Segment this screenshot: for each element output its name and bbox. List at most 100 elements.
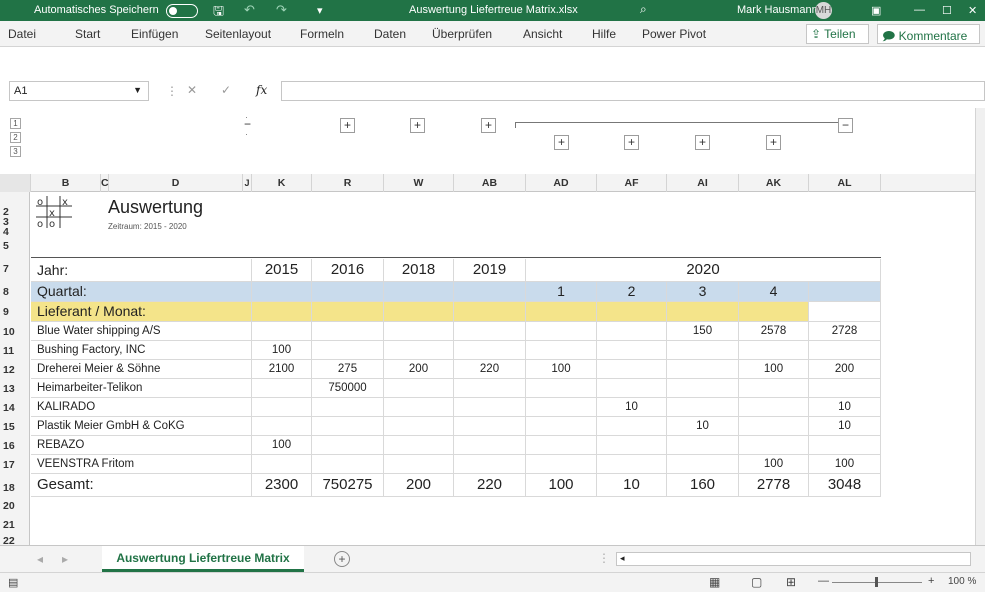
tab-hilfe[interactable]: Hilfe <box>592 27 616 41</box>
expand-group-button-ak[interactable]: + <box>766 135 781 150</box>
expand-group-button-ai[interactable]: + <box>695 135 710 150</box>
value-cell[interactable] <box>739 436 809 455</box>
value-cell[interactable] <box>312 455 384 474</box>
month-cell[interactable] <box>667 302 739 322</box>
value-cell[interactable] <box>667 398 739 417</box>
column-header-ak[interactable]: AK <box>739 174 809 192</box>
supplier-name[interactable]: Heimarbeiter-Telikon <box>31 379 252 398</box>
value-cell[interactable] <box>454 417 526 436</box>
value-cell[interactable] <box>667 360 739 379</box>
supplier-name[interactable]: Bushing Factory, INC <box>31 341 252 360</box>
quarter-header[interactable]: 4 <box>739 282 809 302</box>
value-cell[interactable] <box>454 455 526 474</box>
row-header[interactable]: 14 <box>0 402 30 414</box>
column-header-k[interactable]: K <box>252 174 312 192</box>
value-cell[interactable] <box>667 436 739 455</box>
expand-group-button-ab[interactable]: + <box>481 118 496 133</box>
value-cell[interactable]: 220 <box>454 360 526 379</box>
ribbon-display-icon[interactable]: ▣ <box>871 4 881 17</box>
value-cell[interactable] <box>526 341 597 360</box>
supplier-name[interactable]: VEENSTRA Fritom <box>31 455 252 474</box>
total-value[interactable]: 750275 <box>312 474 384 497</box>
expand-group-button-r[interactable]: + <box>340 118 355 133</box>
formula-input[interactable] <box>281 81 985 101</box>
tab-datei[interactable]: Datei <box>8 27 36 41</box>
column-header-c[interactable]: C <box>101 174 109 192</box>
value-cell[interactable] <box>454 322 526 341</box>
column-header-j[interactable]: J <box>243 174 252 192</box>
value-cell[interactable] <box>739 379 809 398</box>
supplier-name[interactable]: Blue Water shipping A/S <box>31 322 252 341</box>
outline-level-1-button[interactable]: 1 <box>10 118 21 129</box>
insert-function-icon[interactable]: fx <box>256 83 267 97</box>
value-cell[interactable]: 2100 <box>252 360 312 379</box>
supplier-name[interactable]: Dreherei Meier & Söhne <box>31 360 252 379</box>
value-cell[interactable] <box>739 398 809 417</box>
row-header[interactable]: 5 <box>0 240 30 252</box>
quarter-header[interactable]: 3 <box>667 282 739 302</box>
year-header[interactable]: 2019 <box>454 259 526 282</box>
close-icon[interactable]: ✕ <box>968 4 977 17</box>
value-cell[interactable] <box>252 379 312 398</box>
tab-power-pivot[interactable]: Power Pivot <box>642 27 706 41</box>
value-cell[interactable] <box>454 379 526 398</box>
normal-view-icon[interactable]: ▦ <box>709 575 720 589</box>
supplier-name[interactable]: KALIRADO <box>31 398 252 417</box>
column-header-b[interactable]: B <box>31 174 101 192</box>
horizontal-scrollbar[interactable]: ◂ <box>616 552 971 566</box>
sheet-tab-active[interactable]: Auswertung Liefertreue Matrix <box>102 546 304 572</box>
expand-group-button-af[interactable]: + <box>624 135 639 150</box>
maximize-icon[interactable]: ☐ <box>942 4 952 17</box>
name-box[interactable]: A1 ▼ <box>9 81 149 101</box>
value-cell[interactable] <box>312 322 384 341</box>
tab-daten[interactable]: Daten <box>374 27 406 41</box>
add-sheet-button[interactable]: + <box>334 551 350 567</box>
value-cell[interactable]: 2578 <box>739 322 809 341</box>
value-cell[interactable]: 100 <box>739 360 809 379</box>
year-header[interactable]: 2015 <box>252 259 312 282</box>
value-cell[interactable] <box>384 436 454 455</box>
worksheet-grid[interactable]: o x x o o Auswertung Zeitraum: 2015 - 20… <box>31 192 975 545</box>
value-cell[interactable]: 100 <box>526 360 597 379</box>
value-cell[interactable] <box>252 417 312 436</box>
value-cell[interactable] <box>809 436 881 455</box>
total-value[interactable]: 200 <box>384 474 454 497</box>
value-cell[interactable] <box>809 341 881 360</box>
value-cell[interactable] <box>526 455 597 474</box>
row-header[interactable]: 12 <box>0 364 30 376</box>
avatar[interactable]: MH <box>815 2 832 19</box>
value-cell[interactable]: 10 <box>597 398 667 417</box>
column-header-r[interactable]: R <box>312 174 384 192</box>
value-cell[interactable]: 100 <box>252 436 312 455</box>
value-cell[interactable] <box>667 341 739 360</box>
minimize-icon[interactable]: — <box>914 4 925 16</box>
row-header[interactable]: 8 <box>0 286 30 298</box>
column-header-al[interactable]: AL <box>809 174 881 192</box>
row-header[interactable]: 18 <box>0 482 30 494</box>
select-all-corner[interactable] <box>0 174 31 192</box>
month-cell[interactable] <box>312 302 384 322</box>
total-value[interactable]: 2300 <box>252 474 312 497</box>
value-cell[interactable] <box>384 455 454 474</box>
total-value[interactable]: 160 <box>667 474 739 497</box>
vertical-scrollbar[interactable] <box>975 108 985 545</box>
quarter-header[interactable]: 2 <box>597 282 667 302</box>
row-header[interactable]: 9 <box>0 306 30 318</box>
value-cell[interactable] <box>384 398 454 417</box>
quarter-cell[interactable] <box>809 282 881 302</box>
year-header[interactable]: 2018 <box>384 259 454 282</box>
scroll-tabs-right-icon[interactable]: ▸ <box>62 552 68 566</box>
value-cell[interactable] <box>597 417 667 436</box>
tab-splitter-icon[interactable]: ⋮ <box>598 551 610 565</box>
scroll-tabs-left-icon[interactable]: ◂ <box>37 552 43 566</box>
supplier-month-label[interactable]: Lieferant / Monat: <box>31 302 252 322</box>
value-cell[interactable]: 10 <box>809 398 881 417</box>
tab-formeln[interactable]: Formeln <box>300 27 344 41</box>
value-cell[interactable]: 750000 <box>312 379 384 398</box>
undo-icon[interactable]: ↶ <box>244 2 255 18</box>
value-cell[interactable] <box>597 322 667 341</box>
quarter-cell[interactable] <box>454 282 526 302</box>
value-cell[interactable] <box>526 398 597 417</box>
value-cell[interactable] <box>384 322 454 341</box>
user-name[interactable]: Mark Hausmann <box>737 4 818 16</box>
